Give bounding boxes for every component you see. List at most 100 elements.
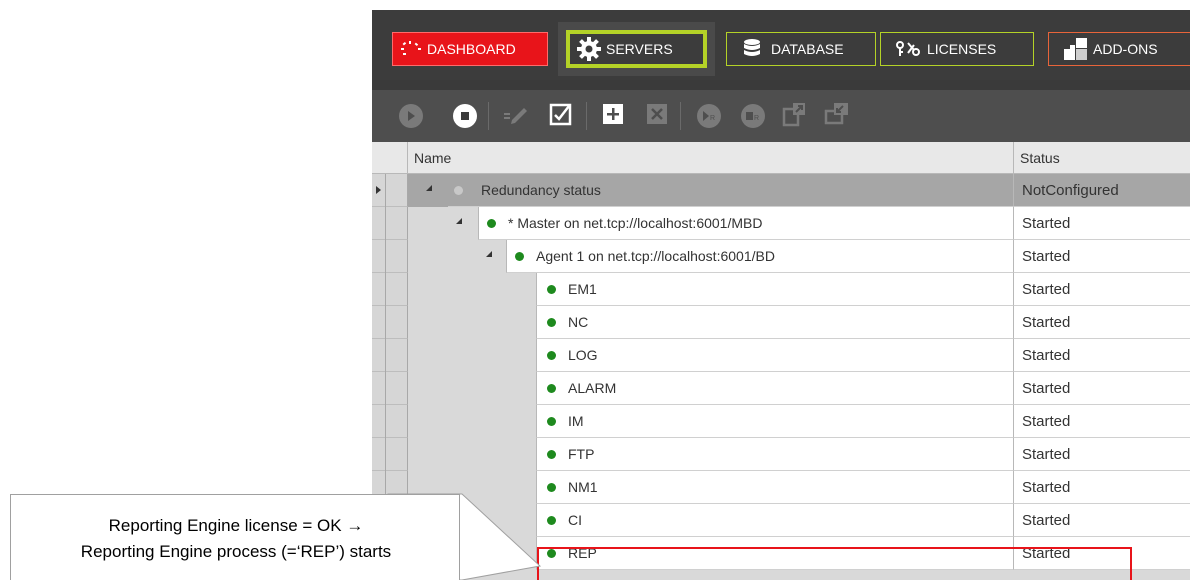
expander-icon[interactable]	[456, 218, 462, 224]
add-icon	[601, 102, 625, 131]
annotation-callout: Reporting Engine license = OK → Reportin…	[10, 494, 460, 580]
row-status: NotConfigured	[1014, 174, 1190, 207]
tab-addons-label: ADD-ONS	[1093, 41, 1158, 57]
row-selector[interactable]	[372, 405, 408, 438]
table-row[interactable]: IM Started	[372, 405, 1190, 438]
toolbar-separator	[488, 102, 489, 130]
rep-row-highlight	[537, 547, 1132, 580]
table-row[interactable]: Agent 1 on net.tcp://localhost:6001/BD S…	[372, 240, 1190, 273]
status-dot-icon	[547, 284, 556, 294]
row-status: Started	[1014, 372, 1190, 405]
table-row[interactable]: NC Started	[372, 306, 1190, 339]
column-header-status[interactable]: Status	[1014, 142, 1190, 174]
grid-header: Name Status	[372, 142, 1190, 174]
status-dot-icon	[547, 449, 556, 459]
row-name: IM	[568, 413, 584, 429]
tab-dashboard-label: DASHBOARD	[427, 41, 516, 57]
toolbar: R R	[372, 90, 1190, 142]
edit-icon	[502, 102, 528, 131]
server-manager-window: DASHBOARD SERVERS DATABASE LICENSES ADD-…	[372, 10, 1190, 580]
row-status: Started	[1014, 438, 1190, 471]
toolbar-separator	[586, 102, 587, 130]
row-name: CI	[568, 512, 582, 528]
import-icon	[823, 100, 851, 133]
row-status: Started	[1014, 339, 1190, 372]
tab-servers[interactable]: SERVERS	[566, 30, 707, 68]
export-icon	[781, 100, 809, 133]
row-selector[interactable]	[372, 306, 408, 339]
row-name: Agent 1 on net.tcp://localhost:6001/BD	[536, 248, 775, 264]
expander-icon[interactable]	[486, 251, 492, 257]
table-row[interactable]: LOG Started	[372, 339, 1190, 372]
play-r-icon: R	[697, 104, 721, 128]
keys-icon	[895, 40, 923, 58]
start-button[interactable]	[396, 101, 426, 131]
edit-button[interactable]	[500, 101, 530, 131]
delete-icon	[645, 102, 669, 131]
row-selector[interactable]	[372, 339, 408, 372]
table-row[interactable]: CI Started	[372, 504, 1190, 537]
row-name: NC	[568, 314, 589, 330]
stop-button[interactable]	[450, 101, 480, 131]
top-navigation: DASHBOARD SERVERS DATABASE LICENSES ADD-…	[372, 10, 1190, 80]
status-dot-icon	[547, 317, 556, 327]
column-header-name[interactable]: Name	[408, 142, 1014, 174]
status-dot-icon	[547, 416, 556, 426]
stop-icon	[453, 104, 477, 128]
tab-dashboard[interactable]: DASHBOARD	[392, 32, 548, 66]
tab-licenses-label: LICENSES	[927, 41, 997, 57]
servers-grid: Name Status Redundancy status NotConfigu…	[372, 142, 1190, 580]
table-row[interactable]: * Master on net.tcp://localhost:6001/MBD…	[372, 207, 1190, 240]
row-status: Started	[1014, 240, 1190, 273]
status-dot-icon	[515, 251, 524, 261]
svg-text:R: R	[754, 115, 759, 122]
checklist-button[interactable]	[546, 101, 576, 131]
status-dot-icon	[547, 515, 556, 525]
tab-database[interactable]: DATABASE	[726, 32, 876, 66]
row-selector[interactable]	[372, 438, 408, 471]
header-gutter	[372, 142, 408, 174]
current-row-arrow-icon	[376, 186, 381, 194]
tab-addons[interactable]: ADD-ONS	[1048, 32, 1190, 66]
delete-button[interactable]	[642, 101, 672, 131]
table-row[interactable]: NM1 Started	[372, 471, 1190, 504]
expander-icon[interactable]	[426, 185, 432, 191]
import-button[interactable]	[822, 101, 852, 131]
database-icon	[743, 38, 761, 60]
status-dot-icon	[547, 350, 556, 360]
add-button[interactable]	[598, 101, 628, 131]
row-selector[interactable]	[372, 174, 408, 207]
status-dot-icon	[487, 218, 496, 228]
start-redundant-button[interactable]: R	[694, 101, 724, 131]
row-selector[interactable]	[372, 240, 408, 273]
table-row[interactable]: ALARM Started	[372, 372, 1190, 405]
tab-servers-label: SERVERS	[606, 41, 673, 57]
row-status: Started	[1014, 504, 1190, 537]
row-name: FTP	[568, 446, 595, 462]
export-button[interactable]	[780, 101, 810, 131]
row-name: LOG	[568, 347, 598, 363]
callout-line-1: Reporting Engine license = OK →	[108, 516, 364, 535]
row-name: NM1	[568, 479, 598, 495]
row-selector[interactable]	[372, 207, 408, 240]
table-row[interactable]: FTP Started	[372, 438, 1190, 471]
tab-servers-active-background: SERVERS	[558, 22, 715, 76]
table-row[interactable]: EM1 Started	[372, 273, 1190, 306]
status-dot-icon	[547, 383, 556, 393]
row-status: Started	[1014, 207, 1190, 240]
status-dot-icon	[547, 482, 556, 492]
row-selector[interactable]	[372, 372, 408, 405]
play-icon	[399, 104, 423, 128]
row-name: * Master on net.tcp://localhost:6001/MBD	[508, 215, 763, 231]
status-dot-icon	[454, 185, 463, 195]
checklist-icon	[549, 102, 573, 131]
stop-redundant-button[interactable]: R	[738, 101, 768, 131]
toolbar-separator	[680, 102, 681, 130]
tab-licenses[interactable]: LICENSES	[880, 32, 1034, 66]
table-row[interactable]: Redundancy status NotConfigured	[372, 174, 1190, 207]
stop-r-icon: R	[741, 104, 765, 128]
row-status: Started	[1014, 306, 1190, 339]
svg-text:R: R	[710, 115, 715, 122]
row-selector[interactable]	[372, 273, 408, 306]
row-status: Started	[1014, 405, 1190, 438]
